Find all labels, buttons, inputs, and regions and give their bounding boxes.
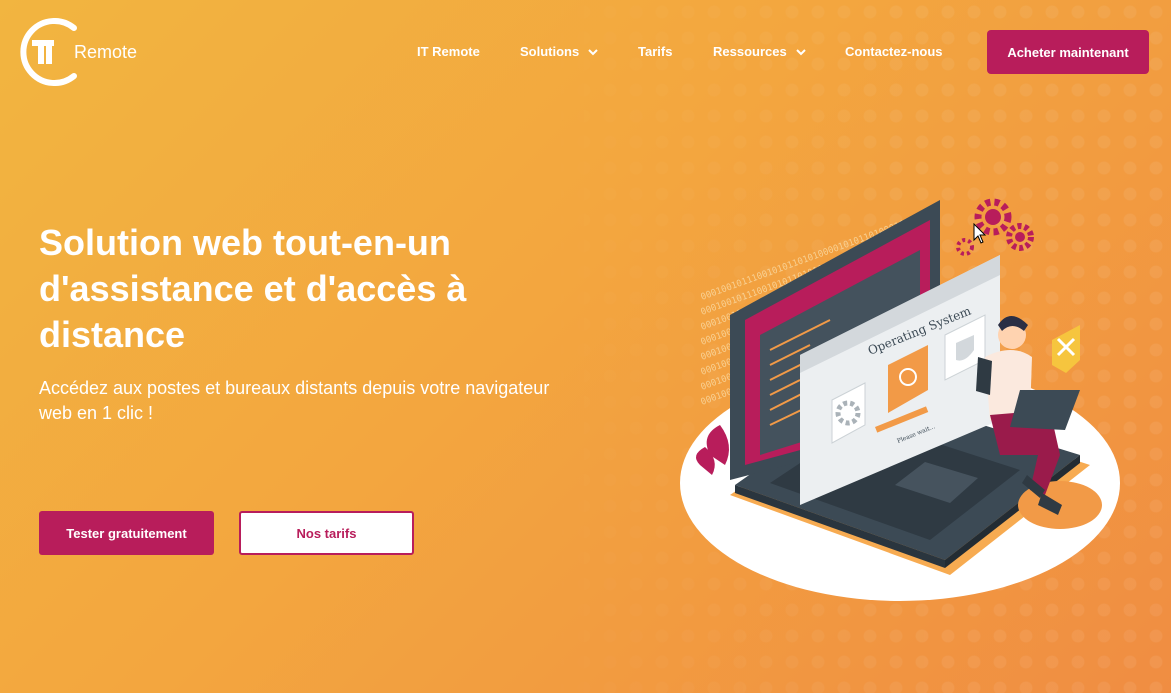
nav-item-label: Solutions (520, 44, 580, 59)
gears-icon (956, 198, 1034, 256)
hero-subtitle: Accédez aux postes et bureaux distants d… (39, 378, 550, 423)
hero-illustration: 0001001011100101011010100001010110100010… (660, 165, 1140, 615)
buy-now-button[interactable]: Acheter maintenant (987, 30, 1149, 74)
nav-item-solutions[interactable]: Solutions (520, 44, 599, 59)
logo[interactable]: Remote (17, 18, 147, 86)
chevron-down-icon (796, 48, 806, 55)
logo-mark-icon (17, 18, 79, 86)
nav-item-label: IT Remote (417, 44, 480, 59)
nav-item-label: Ressources (713, 44, 787, 59)
nav-item-label: Tarifs (638, 44, 673, 59)
hero-title: Solution web tout-en-un d'assistance et … (39, 222, 467, 355)
nav-item-it-remote[interactable]: IT Remote (417, 44, 480, 59)
mouse-cursor-icon (973, 223, 987, 244)
chevron-down-icon (588, 48, 598, 55)
nav-item-ressources[interactable]: Ressources (713, 44, 807, 59)
nav-item-tarifs[interactable]: Tarifs (638, 44, 672, 59)
nav-item-contact[interactable]: Contactez-nous (845, 44, 943, 59)
tools-badge-icon (1052, 325, 1080, 373)
logo-text: Remote (74, 42, 138, 62)
pricing-button[interactable]: Nos tarifs (239, 511, 414, 555)
nav-item-label: Contactez-nous (845, 44, 943, 59)
free-trial-button[interactable]: Tester gratuitement (39, 511, 214, 555)
site-header: Remote IT Remote Solutions Tarifs Ressou… (0, 0, 1171, 105)
